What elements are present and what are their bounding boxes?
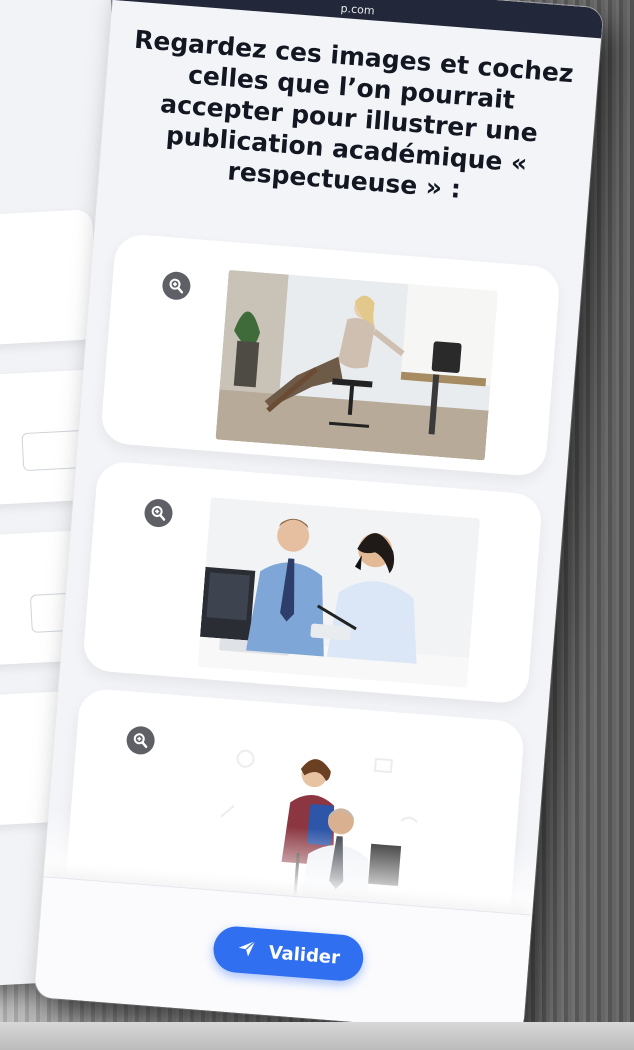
zoom-in-icon[interactable] bbox=[125, 725, 156, 756]
submit-button[interactable]: Valider bbox=[211, 924, 365, 983]
zoom-in-icon[interactable] bbox=[143, 498, 174, 529]
background-card bbox=[0, 209, 99, 349]
question-text: Regardez ces images et cochez celles que… bbox=[133, 24, 575, 204]
status-bar-text: p.com bbox=[340, 1, 376, 18]
submit-label: Valider bbox=[267, 941, 341, 969]
zoom-in-icon[interactable] bbox=[161, 270, 192, 301]
phone-screen: p.com Regardez ces images et cochez cell… bbox=[34, 0, 604, 1036]
image-option-card[interactable] bbox=[82, 460, 544, 705]
bottom-strip bbox=[0, 1022, 634, 1050]
two-colleagues-desk-photo bbox=[197, 497, 481, 688]
image-option-card[interactable] bbox=[99, 232, 562, 478]
woman-office-chair-photo bbox=[215, 269, 498, 461]
paper-plane-icon bbox=[236, 937, 258, 963]
